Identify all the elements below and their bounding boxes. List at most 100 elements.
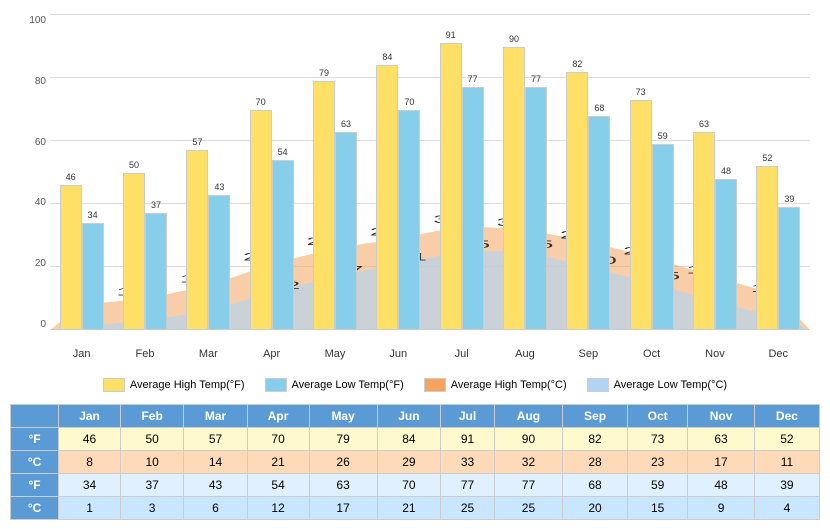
table-cell: 10 (120, 451, 183, 474)
table-cell: 77 (441, 474, 495, 497)
table-cell: 17 (688, 451, 755, 474)
y-tick: 40 (18, 197, 46, 208)
x-labels: JanFebMarAprMayJunJulAugSepOctNovDec (50, 348, 810, 360)
table-header-month: Aug (494, 405, 562, 428)
table-cell: 11 (754, 451, 819, 474)
x-label-month: Aug (493, 348, 556, 360)
y-tick-labels: 020406080100 (18, 15, 46, 330)
bar-low-f: 59 (652, 144, 674, 330)
bar-value-low-f: 39 (784, 194, 794, 204)
table-cell: 50 (120, 428, 183, 451)
table-cell: 4 (754, 497, 819, 520)
table-cell: 37 (120, 474, 183, 497)
legend-item: Average Low Temp(°C) (587, 378, 727, 392)
bar-value-low-f: 77 (468, 74, 478, 84)
table-cell: 46 (59, 428, 121, 451)
legend-item: Average High Temp(°F) (103, 378, 245, 392)
table-cell: 3 (120, 497, 183, 520)
bar-high-f: 79 (313, 81, 335, 330)
bar-value-high-f: 84 (382, 52, 392, 62)
bar-low-f: 63 (335, 132, 357, 330)
table-cell: 70 (377, 474, 440, 497)
x-label-month: Jan (50, 348, 113, 360)
table-row: °C1361217212525201594 (11, 497, 820, 520)
legend-item: Average High Temp(°C) (424, 378, 567, 392)
x-label-month: May (303, 348, 366, 360)
bar-low-f: 77 (462, 87, 484, 330)
bar-high-f: 90 (503, 47, 525, 331)
table-cell: 33 (441, 451, 495, 474)
bar-low-f: 43 (208, 195, 230, 330)
table-header-month: Mar (184, 405, 247, 428)
table-cell: 32 (494, 451, 562, 474)
legend-item: Average Low Temp(°F) (265, 378, 404, 392)
table-header-month: Nov (688, 405, 755, 428)
bar-value-high-f: 70 (256, 97, 266, 107)
bar-low-f: 70 (398, 110, 420, 331)
table-cell: 29 (377, 451, 440, 474)
table-cell: 79 (309, 428, 377, 451)
bar-value-low-f: 63 (341, 119, 351, 129)
bar-high-f: 82 (566, 72, 588, 330)
table-cell: 70 (247, 428, 309, 451)
table-cell: 12 (247, 497, 309, 520)
table-header-month: Jan (59, 405, 121, 428)
x-label-month: Feb (113, 348, 176, 360)
table-row: °F343743546370777768594839 (11, 474, 820, 497)
table-cell: 25 (441, 497, 495, 520)
bar-low-f: 39 (778, 207, 800, 330)
table-header-month: May (309, 405, 377, 428)
legend-label: Average High Temp(°C) (451, 379, 567, 391)
bar-value-low-f: 70 (404, 97, 414, 107)
table-cell: 54 (247, 474, 309, 497)
table-header-month: Dec (754, 405, 819, 428)
table-cell: 52 (754, 428, 819, 451)
chart-area: 020406080100 811031462112261729213325322… (10, 10, 820, 370)
table-cell: 84 (377, 428, 440, 451)
legend-color-box (424, 378, 446, 392)
bar-value-low-f: 34 (88, 210, 98, 220)
bar-high-f: 73 (630, 100, 652, 330)
table-header-month: Jul (441, 405, 495, 428)
legend-label: Average High Temp(°F) (130, 379, 245, 391)
x-label-month: Jul (430, 348, 493, 360)
y-tick: 60 (18, 137, 46, 148)
table-cell: 21 (247, 451, 309, 474)
bar-low-f: 37 (145, 213, 167, 330)
bar-high-f: 50 (123, 173, 145, 331)
legend-label: Average Low Temp(°F) (292, 379, 404, 391)
table-cell: 9 (688, 497, 755, 520)
legend-color-box (103, 378, 125, 392)
bar-value-low-f: 48 (721, 166, 731, 176)
table-cell: 91 (441, 428, 495, 451)
x-label-month: Mar (177, 348, 240, 360)
table-cell: 43 (184, 474, 247, 497)
table-cell: 20 (563, 497, 628, 520)
table-cell: 57 (184, 428, 247, 451)
legend-color-box (587, 378, 609, 392)
bar-high-f: 52 (756, 166, 778, 330)
bar-value-low-f: 68 (594, 103, 604, 113)
chart-inner: 020406080100 811031462112261729213325322… (50, 15, 810, 330)
y-tick: 80 (18, 76, 46, 87)
table-header-month: Feb (120, 405, 183, 428)
data-table: JanFebMarAprMayJunJulAugSepOctNovDec°F46… (10, 404, 820, 520)
bar-low-f: 68 (588, 116, 610, 330)
x-label-month: Jun (367, 348, 430, 360)
bar-value-high-f: 79 (319, 68, 329, 78)
bar-value-low-f: 54 (278, 147, 288, 157)
table-cell: 34 (59, 474, 121, 497)
table-cell: 39 (754, 474, 819, 497)
bar-low-f: 48 (715, 179, 737, 330)
chart-container: 020406080100 811031462112261729213325322… (0, 0, 830, 520)
legend-label: Average Low Temp(°C) (614, 379, 727, 391)
y-tick: 100 (18, 15, 46, 26)
table-row: °F465057707984919082736352 (11, 428, 820, 451)
bar-high-f: 57 (186, 150, 208, 330)
table-row-label: °F (11, 428, 59, 451)
bar-value-high-f: 50 (129, 160, 139, 170)
table-cell: 68 (563, 474, 628, 497)
bar-value-low-f: 37 (151, 200, 161, 210)
table-cell: 8 (59, 451, 121, 474)
legend: Average High Temp(°F) Average Low Temp(°F… (10, 370, 820, 400)
